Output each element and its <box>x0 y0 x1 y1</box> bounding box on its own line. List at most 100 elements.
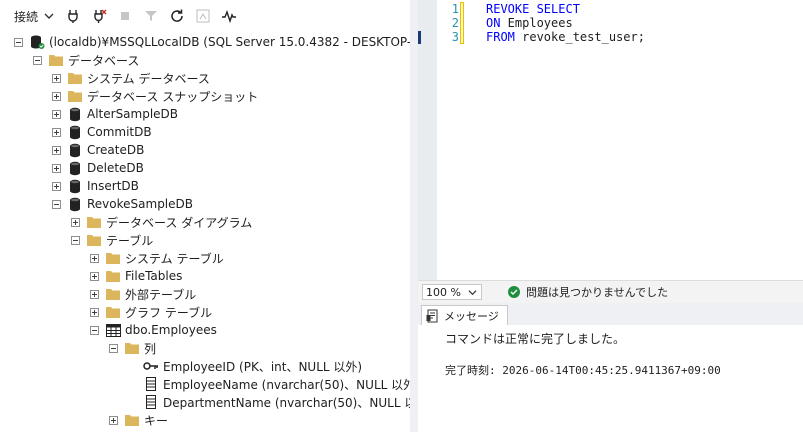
collapse-icon[interactable] <box>90 325 99 335</box>
tree-node-column[interactable]: EmployeeName (nvarchar(50)、NULL 以外) <box>143 375 410 393</box>
tree-node-database[interactable]: InsertDB <box>52 177 139 195</box>
tree-node-database[interactable]: DeleteDB <box>52 159 144 177</box>
tree-node-database[interactable]: CommitDB <box>52 123 152 141</box>
issues-status[interactable]: 問題は見つかりませんでした <box>508 284 668 300</box>
tree-node-database[interactable]: AlterSampleDB <box>52 105 178 123</box>
messages-pane[interactable]: コマンドは正常に完了しました。 完了時刻: 2026-06-14T00:45:2… <box>418 325 803 432</box>
folder-icon <box>124 412 140 428</box>
tree-node-employees-table[interactable]: dbo.Employees <box>90 321 217 339</box>
tree-node-diagrams[interactable]: データベース ダイアグラム <box>71 213 252 231</box>
folder-icon <box>124 340 140 356</box>
tree-node-system-databases[interactable]: システム データベース <box>52 69 210 87</box>
expand-icon[interactable] <box>52 163 61 173</box>
tree-node-columns[interactable]: 列 <box>109 339 156 357</box>
tree-node-snapshots[interactable]: データベース スナップショット <box>52 87 258 105</box>
summary-icon[interactable] <box>190 5 216 27</box>
tab-messages[interactable]: メッセージ <box>421 305 508 325</box>
activity-icon[interactable] <box>216 5 242 27</box>
status-text: 問題は見つかりませんでした <box>526 286 669 299</box>
database-icon <box>67 196 83 212</box>
disconnect-icon[interactable] <box>86 5 112 27</box>
keyword: REVOKE SELECT <box>486 2 580 16</box>
identifier: revoke_test_user; <box>514 30 645 44</box>
tree-label: データベース スナップショット <box>87 89 259 104</box>
expand-icon[interactable] <box>52 127 61 137</box>
folder-icon <box>67 88 83 104</box>
results-tabbar: メッセージ <box>418 303 803 325</box>
tree-label: EmployeeName (nvarchar(50)、NULL 以外) <box>163 377 410 392</box>
tree-label: RevokeSampleDB <box>87 197 193 211</box>
object-explorer: 接続 (localdb)¥MSSQLLocalDB (SQL Server 15… <box>0 0 410 432</box>
database-icon <box>67 106 83 122</box>
tree-label: システム データベース <box>87 71 210 86</box>
database-icon <box>67 124 83 140</box>
folder-icon <box>105 250 121 266</box>
query-editor[interactable]: 1 2 3 REVOKE SELECT ON Employees FROM re… <box>418 0 803 280</box>
refresh-icon[interactable] <box>164 5 190 27</box>
expand-icon[interactable] <box>109 415 118 425</box>
tree-label: dbo.Employees <box>125 323 217 337</box>
tree-node-filetables[interactable]: FileTables <box>90 267 182 285</box>
filter-icon[interactable] <box>138 5 164 27</box>
tree-node-databases[interactable]: データベース <box>33 51 139 69</box>
current-line-marker <box>418 31 421 44</box>
folder-icon <box>105 304 121 320</box>
tree-node-keys[interactable]: キー <box>109 411 168 429</box>
expand-icon[interactable] <box>52 91 61 101</box>
folder-icon <box>86 214 102 230</box>
tree-label: キー <box>144 413 169 428</box>
change-indicator <box>460 2 464 44</box>
sql-code[interactable]: REVOKE SELECT ON Employees FROM revoke_t… <box>486 2 645 44</box>
expand-icon[interactable] <box>90 253 99 263</box>
collapse-icon[interactable] <box>71 235 80 245</box>
folder-icon <box>48 52 64 68</box>
tree-node-graph-tables[interactable]: グラフ テーブル <box>90 303 212 321</box>
tree-node-tables[interactable]: テーブル <box>71 231 153 249</box>
tree-label: FileTables <box>125 269 183 283</box>
folder-icon <box>105 268 121 284</box>
folder-icon <box>67 70 83 86</box>
stop-icon[interactable] <box>112 5 138 27</box>
expand-icon[interactable] <box>90 307 99 317</box>
collapse-icon[interactable] <box>52 199 61 209</box>
tree-node-server[interactable]: (localdb)¥MSSQLLocalDB (SQL Server 15.0.… <box>14 33 410 51</box>
object-explorer-toolbar: 接続 <box>0 0 410 32</box>
chevron-down-icon <box>468 289 477 295</box>
keyword: FROM <box>486 30 515 44</box>
tree-node-system-tables[interactable]: システム テーブル <box>90 249 224 267</box>
expand-icon[interactable] <box>52 73 61 83</box>
expand-icon[interactable] <box>52 109 61 119</box>
tree-label: DeleteDB <box>87 161 144 175</box>
zoom-value: 100 % <box>426 285 461 299</box>
tree-node-column[interactable]: DepartmentName (nvarchar(50)、NULL 以外) <box>143 393 410 411</box>
key-icon <box>143 358 159 374</box>
expand-icon[interactable] <box>90 289 99 299</box>
tree-label: AlterSampleDB <box>87 107 179 121</box>
connect-label: 接続 <box>14 9 39 24</box>
database-icon <box>67 160 83 176</box>
database-icon <box>67 142 83 158</box>
table-icon <box>105 322 121 338</box>
pane-splitter[interactable] <box>410 0 418 432</box>
plug-icon[interactable] <box>60 5 86 27</box>
collapse-icon[interactable] <box>33 55 42 65</box>
tree-node-database[interactable]: RevokeSampleDB <box>52 195 193 213</box>
tab-label: メッセージ <box>444 309 499 323</box>
expand-icon[interactable] <box>71 217 80 227</box>
expand-icon[interactable] <box>90 271 99 281</box>
result-message: コマンドは正常に完了しました。 <box>445 332 626 346</box>
code-line-1: REVOKE SELECT <box>486 2 645 16</box>
tree-node-column[interactable]: EmployeeID (PK、int、NULL 以外) <box>143 357 362 375</box>
zoom-select[interactable]: 100 % <box>422 284 482 300</box>
tree-node-external-tables[interactable]: 外部テーブル <box>90 285 196 303</box>
query-window: 1 2 3 REVOKE SELECT ON Employees FROM re… <box>418 0 803 432</box>
column-icon <box>143 376 159 392</box>
expand-icon[interactable] <box>52 181 61 191</box>
collapse-icon[interactable] <box>109 343 118 353</box>
collapse-icon[interactable] <box>14 37 23 47</box>
identifier: Employees <box>500 16 573 30</box>
message-icon <box>426 309 438 322</box>
expand-icon[interactable] <box>52 145 61 155</box>
connect-button[interactable]: 接続 <box>0 5 60 27</box>
tree-node-database[interactable]: CreateDB <box>52 141 144 159</box>
